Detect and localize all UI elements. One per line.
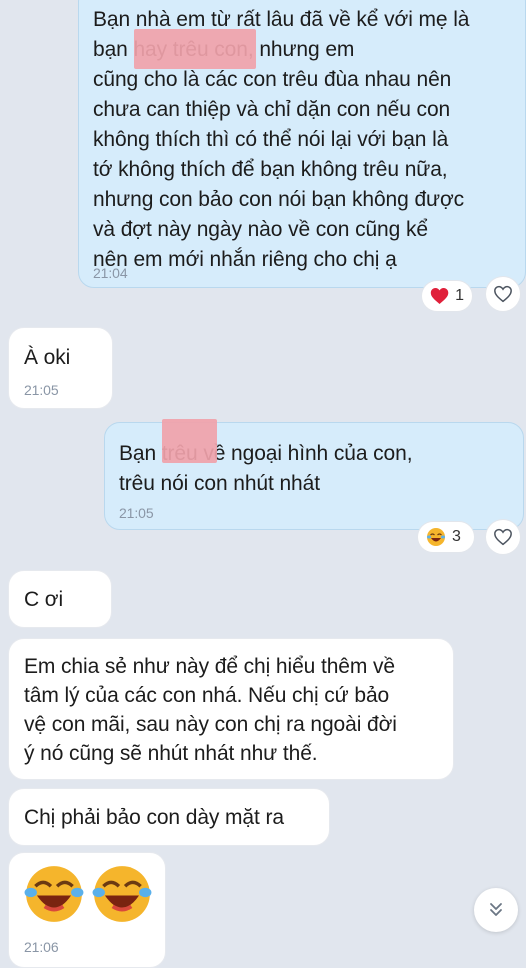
message-bubble-sent[interactable]: Bạn trêu về ngoại hình của con, trêu nói… [104, 419, 524, 530]
message-line: Em chia sẻ như này để chị hiểu thêm về [24, 655, 395, 678]
heart-outline-icon [494, 528, 512, 546]
laughing-crying-face-icon [92, 866, 152, 922]
reaction-badge[interactable]: 3 [418, 522, 474, 552]
message-line: trêu nói con nhút nhát [119, 472, 320, 495]
message-line: tớ không thích để bạn không trêu nữa, [93, 158, 448, 181]
heart-outline-icon [494, 285, 512, 303]
message-line: nên em mới nhắn riêng cho chị ạ [93, 248, 397, 271]
message-time: 21:05 [24, 382, 59, 398]
laughing-crying-face-icon [24, 866, 84, 922]
reaction-count: 3 [452, 528, 461, 545]
message-line: À oki [24, 346, 71, 369]
message-time: 21:05 [119, 505, 154, 521]
double-chevron-down-icon [490, 903, 502, 916]
heart-icon [430, 288, 449, 304]
message-bubble-received[interactable]: Chị phải bảo con dày mặt ra [8, 788, 330, 846]
laughing-crying-face-icon [427, 528, 445, 546]
message-line: cũng cho là các con trêu đùa nhau nên [93, 68, 452, 91]
message-line: tâm lý của các con nhá. Nếu chị cứ bảo [24, 684, 390, 707]
redacted-name [134, 29, 256, 69]
message-line: không thích thì có thể nói lại với bạn l… [93, 128, 449, 151]
message-bubble-received[interactable]: À oki 21:05 [8, 327, 113, 409]
message-line: nhưng con bảo con nói bạn không được [93, 188, 465, 211]
message-line: và đợt này ngày nào về con cũng kể [93, 218, 428, 241]
message-bubble-received[interactable]: C ơi [8, 570, 112, 628]
react-button[interactable] [486, 277, 520, 311]
message-time: 21:04 [93, 265, 128, 281]
message-line: chưa can thiệp và chỉ dặn con nếu con [93, 98, 451, 121]
redacted-name [162, 419, 217, 463]
message-bubble-received[interactable]: Em chia sẻ như này để chị hiểu thêm về t… [8, 638, 454, 780]
scroll-to-bottom-button[interactable] [474, 888, 518, 932]
message-line: Chị phải bảo con dày mặt ra [24, 806, 284, 829]
message-line: C ơi [24, 588, 64, 611]
reaction-count: 1 [455, 287, 464, 304]
message-time: 21:06 [24, 939, 59, 955]
message-bubble-sent[interactable]: Bạn nhà em từ rất lâu đã về kể với mẹ là… [78, 0, 526, 288]
react-button[interactable] [486, 520, 520, 554]
message-bubble-sticker[interactable]: 21:06 [8, 852, 166, 968]
reaction-badge[interactable]: 1 [422, 281, 472, 311]
message-line: ý nó cũng sẽ nhút nhát như thế. [24, 742, 318, 765]
message-line: vệ con mãi, sau này con chị ra ngoài đời [24, 713, 397, 736]
